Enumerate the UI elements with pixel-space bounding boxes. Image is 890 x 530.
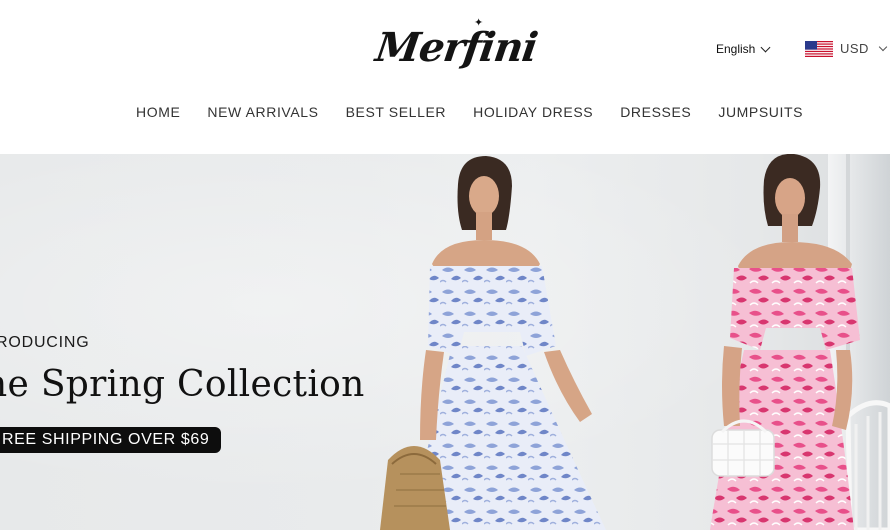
nav-item-new-arrivals[interactable]: NEW ARRIVALS: [207, 104, 318, 120]
language-label: English: [716, 42, 756, 56]
hero-intro-text: RODUCING: [0, 334, 90, 351]
nav-item-holiday-dress[interactable]: HOLIDAY DRESS: [473, 104, 593, 120]
hero-photo: [380, 154, 890, 530]
main-nav: HOME NEW ARRIVALS BEST SELLER HOLIDAY DR…: [136, 104, 803, 120]
nav-item-jumpsuits[interactable]: JUMPSUITS: [718, 104, 803, 120]
brand-logo[interactable]: Merfini ✦: [372, 14, 540, 80]
nav-item-home[interactable]: HOME: [136, 104, 180, 120]
currency-selector[interactable]: USD: [805, 40, 888, 57]
nav-item-dresses[interactable]: DRESSES: [620, 104, 691, 120]
site-header: Merfini ✦ English USD HOME NEW ARRIVALS …: [0, 0, 890, 154]
chevron-down-icon: [878, 42, 888, 51]
hero-headline: he Spring Collection: [0, 364, 365, 405]
currency-label: USD: [840, 41, 869, 56]
chevron-down-icon: [760, 42, 771, 52]
nav-item-best-seller[interactable]: BEST SELLER: [346, 104, 447, 120]
free-shipping-badge[interactable]: REE SHIPPING OVER $69: [0, 427, 222, 453]
hero-banner[interactable]: RODUCING he Spring Collection REE SHIPPI…: [0, 154, 890, 530]
language-selector[interactable]: English: [716, 41, 771, 57]
us-flag-icon: [805, 40, 833, 57]
logo-text: Merfini: [372, 24, 540, 71]
model-blue-dress: [380, 156, 606, 530]
sparkle-icon: ✦: [474, 17, 484, 29]
